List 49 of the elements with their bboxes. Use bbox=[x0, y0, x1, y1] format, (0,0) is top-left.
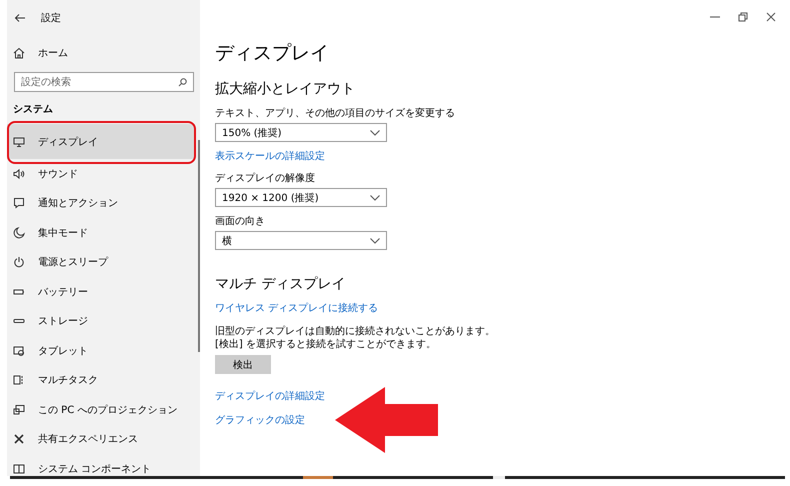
field-label: ディスプレイの解像度 bbox=[215, 172, 316, 185]
nav-item[interactable]: システム コンポーネント bbox=[7, 454, 195, 476]
description-text: 旧型のディスプレイは自動的に接続されないことがあります。[検出] を選択すると接続を試すことができます。 bbox=[215, 325, 496, 351]
chevron-down-icon bbox=[370, 130, 380, 136]
field-label: テキスト、アプリ、その他の項目のサイズを変更する bbox=[215, 107, 456, 120]
shared-icon bbox=[13, 433, 25, 446]
field-label: 画面の向き bbox=[215, 215, 266, 228]
nav-item[interactable]: 共有エクスペリエンス bbox=[7, 424, 195, 454]
link[interactable]: ワイヤレス ディスプレイに接続する bbox=[215, 302, 378, 316]
nav-item[interactable]: この PC へのプロジェクション bbox=[7, 395, 195, 424]
chevron-down-icon bbox=[370, 194, 380, 200]
nav-item[interactable]: マルチタスク bbox=[7, 366, 195, 395]
nav-item[interactable]: ストレージ bbox=[7, 306, 195, 336]
multitask-icon bbox=[13, 374, 25, 386]
page-title: ディスプレイ bbox=[215, 41, 330, 65]
panel-icon bbox=[13, 462, 25, 475]
nav-item[interactable]: サウンド bbox=[7, 159, 195, 188]
search-field[interactable]: 設定の検索 bbox=[14, 72, 194, 92]
message-icon bbox=[13, 197, 25, 210]
power-icon bbox=[13, 256, 25, 268]
moon-icon bbox=[13, 226, 25, 239]
dropdown[interactable]: 横 bbox=[215, 231, 387, 250]
link[interactable]: ディスプレイの詳細設定 bbox=[215, 390, 325, 404]
search-icon bbox=[178, 78, 187, 86]
detect-button[interactable]: 検出 bbox=[215, 355, 271, 374]
maximize-button[interactable] bbox=[736, 10, 750, 24]
section-heading: システム bbox=[12, 103, 54, 117]
home-item[interactable]: ホーム bbox=[7, 38, 200, 68]
nav-item[interactable]: 電源とスリープ bbox=[7, 248, 195, 277]
tablet-icon bbox=[13, 344, 25, 357]
back-button[interactable] bbox=[13, 13, 27, 23]
nav-item[interactable]: 通知とアクション bbox=[7, 188, 195, 218]
dropdown[interactable]: 150% (推奨) bbox=[215, 123, 387, 142]
section-heading: マルチ ディスプレイ bbox=[215, 275, 346, 294]
projection-icon bbox=[13, 404, 25, 416]
nav-item[interactable]: 集中モード bbox=[7, 218, 195, 248]
close-button[interactable] bbox=[764, 10, 778, 24]
link[interactable]: 表示スケールの詳細設定 bbox=[215, 150, 325, 164]
home-icon bbox=[13, 47, 25, 59]
nav-item[interactable]: タブレット bbox=[7, 336, 195, 366]
nav-item[interactable]: ディスプレイ bbox=[7, 124, 195, 159]
section-heading: 拡大縮小とレイアウト bbox=[215, 80, 356, 99]
monitor-icon bbox=[13, 136, 25, 148]
window-title: 設定 bbox=[41, 12, 61, 25]
link[interactable]: グラフィックの設定 bbox=[215, 414, 305, 428]
chevron-down-icon bbox=[370, 238, 380, 244]
nav-item[interactable]: バッテリー bbox=[7, 277, 195, 306]
dropdown[interactable]: 1920 × 1200 (推奨) bbox=[215, 188, 387, 207]
speaker-icon bbox=[13, 168, 25, 180]
